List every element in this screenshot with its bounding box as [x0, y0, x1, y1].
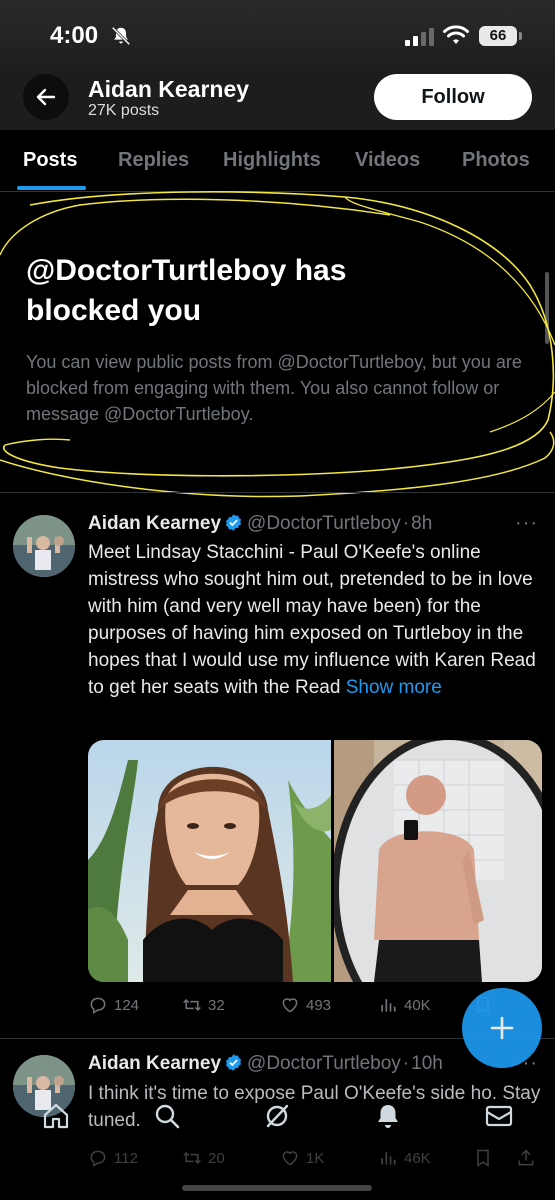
tweet-author[interactable]: Aidan Kearney [88, 1053, 221, 1074]
like-icon [282, 998, 298, 1013]
highlight-annotation [0, 191, 555, 498]
scroll-indicator[interactable] [545, 272, 549, 344]
wifi-icon [443, 25, 469, 44]
reply-count: 124 [114, 996, 140, 1014]
repost-count: 32 [208, 996, 225, 1014]
repost-icon [183, 998, 201, 1012]
like-button[interactable]: 493 [280, 995, 331, 1015]
avatar[interactable] [13, 515, 75, 577]
tweet-time[interactable]: 8h [411, 513, 432, 534]
more-options-icon[interactable]: ··· [515, 512, 538, 535]
tweet-time[interactable]: 10h [411, 1053, 443, 1074]
status-time: 4:00 [50, 22, 99, 49]
tab-photos[interactable]: Photos [462, 149, 530, 172]
back-button[interactable] [23, 74, 69, 120]
tweet-dot: · [402, 513, 410, 534]
verified-badge-icon [226, 514, 242, 531]
bottom-navigation [0, 1085, 555, 1200]
reply-icon [90, 997, 106, 1014]
show-more-link[interactable]: Show more [346, 677, 442, 698]
blocked-title: @DoctorTurtleboy has blocked you [26, 254, 347, 327]
media-photo-woman[interactable] [88, 740, 331, 982]
profile-header: Aidan Kearney 27K posts Follow [0, 68, 555, 130]
like-count: 493 [306, 996, 332, 1014]
tweet-author[interactable]: Aidan Kearney [88, 513, 221, 534]
profile-post-count: 27K posts [88, 102, 160, 119]
tab-posts[interactable]: Posts [23, 149, 77, 172]
tweet-dot: · [402, 1053, 410, 1074]
status-bar: 4:00 66 [0, 0, 555, 68]
view-count: 40K [404, 996, 431, 1014]
verified-badge-icon [226, 1054, 242, 1071]
section-divider [0, 492, 555, 493]
media-photo-mirror-selfie[interactable] [334, 740, 542, 982]
tweet-handle[interactable]: @DoctorTurtleboy [247, 1053, 401, 1074]
messages-icon[interactable] [484, 1101, 514, 1131]
grok-icon[interactable] [262, 1101, 292, 1131]
views-icon [381, 999, 396, 1012]
tab-replies[interactable]: Replies [118, 149, 189, 172]
tab-videos[interactable]: Videos [355, 149, 420, 172]
tweet-media[interactable] [88, 740, 542, 982]
avatar-photo [13, 515, 75, 577]
follow-button[interactable]: Follow [374, 74, 532, 120]
compose-button[interactable] [462, 988, 542, 1068]
tweet-body: Meet Lindsay Stacchini - Paul O'Keefe's … [88, 542, 536, 698]
tweet-handle[interactable]: @DoctorTurtleboy [247, 513, 401, 534]
battery-indicator: 66 [479, 26, 522, 46]
profile-tabs: Posts Replies Highlights Videos Photos [0, 130, 555, 192]
repost-button[interactable]: 32 [182, 995, 225, 1015]
tweet-author-line: Aidan Kearney @DoctorTurtleboy · 8h [88, 513, 432, 535]
blocked-description: You can view public posts from @DoctorTu… [26, 352, 522, 424]
tweet-author-line: Aidan Kearney @DoctorTurtleboy · 10h [88, 1053, 443, 1075]
tweet-text: Meet Lindsay Stacchini - Paul O'Keefe's … [88, 539, 543, 701]
back-arrow-icon [36, 88, 56, 106]
profile-name: Aidan Kearney [88, 76, 250, 102]
active-tab-indicator [17, 186, 86, 190]
bell-off-icon [111, 26, 131, 46]
compose-icon [490, 1016, 514, 1040]
tab-highlights[interactable]: Highlights [223, 149, 321, 172]
notifications-icon[interactable] [373, 1101, 403, 1131]
views-button[interactable]: 40K [378, 995, 431, 1015]
signal-icon [405, 28, 434, 46]
home-indicator[interactable] [182, 1185, 372, 1191]
reply-button[interactable]: 124 [88, 995, 139, 1015]
home-icon[interactable] [41, 1101, 71, 1131]
search-icon[interactable] [152, 1101, 182, 1131]
